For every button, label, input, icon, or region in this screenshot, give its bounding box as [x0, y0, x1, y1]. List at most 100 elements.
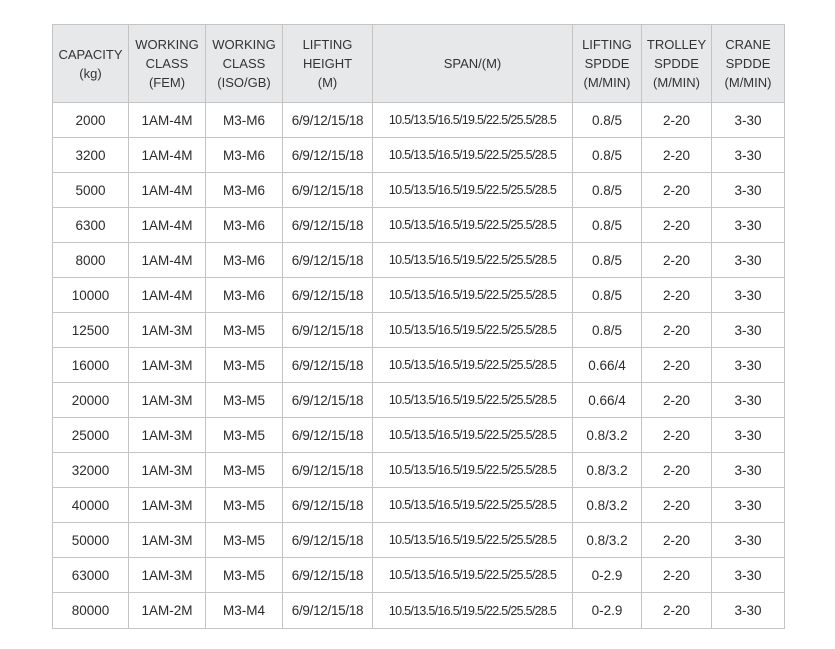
capacity-cell: 32000 — [52, 452, 129, 488]
crane-speed-header: CRANE SPDDE (M/MIN) — [711, 24, 785, 103]
lifting-height-cell: 6/9/12/15/18 — [282, 207, 373, 243]
lifting-speed-cell: 0.8/3.2 — [572, 522, 642, 558]
capacity-cell: 5000 — [52, 172, 129, 208]
header-line: (M) — [317, 75, 338, 90]
lifting-height-cell: 6/9/12/15/18 — [282, 172, 373, 208]
lifting-height-cell: 6/9/12/15/18 — [282, 102, 373, 138]
lifting-height-header: LIFTING HEIGHT (M) — [282, 24, 373, 103]
trolley-speed-cell: 2-20 — [641, 417, 712, 453]
crane-speed-cell: 3-30 — [711, 417, 785, 453]
lifting-speed-cell: 0.8/5 — [572, 137, 642, 173]
span-cell: 10.5/13.5/16.5/19.5/22.5/25.5/28.5 — [372, 347, 573, 383]
working-class-iso-cell: M3-M5 — [205, 417, 283, 453]
crane-speed-cell: 3-30 — [711, 207, 785, 243]
crane-spec-table: CAPACITY (kg) WORKING CLASS (FEM) WORKING CLAS… — [52, 24, 785, 629]
working-class-iso-cell: M3-M5 — [205, 347, 283, 383]
header-line: HEIGHT — [302, 56, 353, 71]
working-class-fem-cell: 1AM-4M — [128, 137, 206, 173]
table-row: 40000 1AM-3M M3-M5 6/9/12/15/18 10.5/13.5/16… — [52, 487, 785, 523]
lifting-height-cell: 6/9/12/15/18 — [282, 592, 373, 629]
working-class-fem-cell: 1AM-4M — [128, 242, 206, 278]
capacity-cell: 63000 — [52, 557, 129, 593]
lifting-speed-cell: 0.8/5 — [572, 277, 642, 313]
lifting-height-cell: 6/9/12/15/18 — [282, 277, 373, 313]
capacity-cell: 80000 — [52, 592, 129, 629]
span-cell: 10.5/13.5/16.5/19.5/22.5/25.5/28.5 — [372, 487, 573, 523]
crane-speed-cell: 3-30 — [711, 487, 785, 523]
working-class-iso-cell: M3-M5 — [205, 382, 283, 418]
table-row: 16000 1AM-3M M3-M5 6/9/12/15/18 10.5/13.5/16… — [52, 347, 785, 383]
table-row: 12500 1AM-3M M3-M5 6/9/12/15/18 10.5/13.5/16… — [52, 312, 785, 348]
header-line: SPAN/(M) — [443, 56, 502, 71]
trolley-speed-cell: 2-20 — [641, 242, 712, 278]
capacity-header: CAPACITY (kg) — [52, 24, 129, 103]
lifting-speed-cell: 0.8/3.2 — [572, 452, 642, 488]
working-class-iso-cell: M3-M4 — [205, 592, 283, 629]
span-cell: 10.5/13.5/16.5/19.5/22.5/25.5/28.5 — [372, 312, 573, 348]
lifting-height-cell: 6/9/12/15/18 — [282, 487, 373, 523]
header-line: (kg) — [79, 65, 102, 81]
working-class-iso-cell: M3-M6 — [205, 137, 283, 173]
crane-speed-cell: 3-30 — [711, 522, 785, 558]
table-row: 5000 1AM-4M M3-M6 6/9/12/15/18 10.5/13.5/16.… — [52, 172, 785, 208]
capacity-cell: 40000 — [52, 487, 129, 523]
trolley-speed-cell: 2-20 — [641, 312, 712, 348]
trolley-speed-cell: 2-20 — [641, 102, 712, 138]
lifting-speed-cell: 0.8/3.2 — [572, 487, 642, 523]
span-cell: 10.5/13.5/16.5/19.5/22.5/25.5/28.5 — [372, 557, 573, 593]
header-line: CAPACITY — [58, 46, 123, 62]
table-row: 80000 1AM-2M M3-M4 6/9/12/15/18 10.5/13.5/16… — [52, 592, 785, 629]
header-line: (FEM) — [148, 75, 186, 90]
header-line: LIFTING — [582, 37, 632, 52]
header-line: LIFTING — [302, 37, 353, 52]
span-cell: 10.5/13.5/16.5/19.5/22.5/25.5/28.5 — [372, 522, 573, 558]
working-class-fem-header: WORKING CLASS (FEM) — [128, 24, 206, 103]
trolley-speed-cell: 2-20 — [641, 277, 712, 313]
lifting-height-cell: 6/9/12/15/18 — [282, 557, 373, 593]
crane-speed-cell: 3-30 — [711, 312, 785, 348]
working-class-fem-cell: 1AM-4M — [128, 277, 206, 313]
lifting-speed-cell: 0.8/5 — [572, 242, 642, 278]
working-class-iso-cell: M3-M6 — [205, 172, 283, 208]
table-header: CAPACITY (kg) WORKING CLASS (FEM) WORKING CLAS… — [52, 24, 785, 103]
header-line: (M/MIN) — [724, 75, 772, 90]
lifting-speed-cell: 0.66/4 — [572, 347, 642, 383]
lifting-speed-cell: 0.8/5 — [572, 207, 642, 243]
trolley-speed-cell: 2-20 — [641, 487, 712, 523]
working-class-iso-cell: M3-M5 — [205, 487, 283, 523]
header-line: (ISO/GB) — [217, 75, 271, 90]
lifting-height-cell: 6/9/12/15/18 — [282, 137, 373, 173]
table-row: 10000 1AM-4M M3-M6 6/9/12/15/18 10.5/13.5/16… — [52, 277, 785, 313]
working-class-iso-cell: M3-M6 — [205, 207, 283, 243]
working-class-fem-cell: 1AM-4M — [128, 102, 206, 138]
header-line: CRANE — [725, 37, 771, 52]
working-class-iso-cell: M3-M5 — [205, 312, 283, 348]
working-class-iso-cell: M3-M5 — [205, 557, 283, 593]
working-class-iso-cell: M3-M5 — [205, 452, 283, 488]
working-class-fem-cell: 1AM-3M — [128, 522, 206, 558]
trolley-speed-cell: 2-20 — [641, 592, 712, 629]
working-class-fem-cell: 1AM-3M — [128, 487, 206, 523]
crane-speed-cell: 3-30 — [711, 452, 785, 488]
working-class-fem-cell: 1AM-3M — [128, 312, 206, 348]
working-class-fem-cell: 1AM-4M — [128, 172, 206, 208]
capacity-cell: 12500 — [52, 312, 129, 348]
trolley-speed-cell: 2-20 — [641, 172, 712, 208]
span-cell: 10.5/13.5/16.5/19.5/22.5/25.5/28.5 — [372, 242, 573, 278]
capacity-cell: 16000 — [52, 347, 129, 383]
table-row: 6300 1AM-4M M3-M6 6/9/12/15/18 10.5/13.5/16.… — [52, 207, 785, 243]
lifting-speed-cell: 0.8/5 — [572, 312, 642, 348]
capacity-cell: 3200 — [52, 137, 129, 173]
working-class-fem-cell: 1AM-2M — [128, 592, 206, 629]
trolley-speed-cell: 2-20 — [641, 382, 712, 418]
header-line: SPDDE — [725, 56, 771, 71]
lifting-height-cell: 6/9/12/15/18 — [282, 452, 373, 488]
crane-speed-cell: 3-30 — [711, 137, 785, 173]
trolley-speed-cell: 2-20 — [641, 347, 712, 383]
span-cell: 10.5/13.5/16.5/19.5/22.5/25.5/28.5 — [372, 452, 573, 488]
capacity-cell: 10000 — [52, 277, 129, 313]
span-cell: 10.5/13.5/16.5/19.5/22.5/25.5/28.5 — [372, 207, 573, 243]
working-class-fem-cell: 1AM-3M — [128, 557, 206, 593]
table-row: 3200 1AM-4M M3-M6 6/9/12/15/18 10.5/13.5/16.… — [52, 137, 785, 173]
capacity-cell: 50000 — [52, 522, 129, 558]
